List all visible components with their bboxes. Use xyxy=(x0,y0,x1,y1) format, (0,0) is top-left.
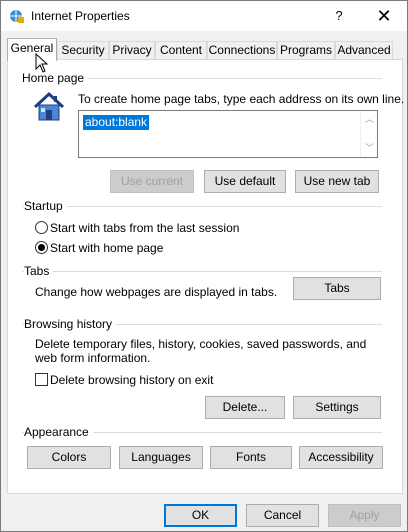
tab-content[interactable]: Content xyxy=(155,41,207,60)
home-icon xyxy=(33,91,65,121)
mouse-cursor-icon xyxy=(35,53,49,73)
fonts-button[interactable]: Fonts xyxy=(210,446,292,469)
scroll-up-icon[interactable]: ︿ xyxy=(361,111,378,128)
window-title: Internet Properties xyxy=(31,9,130,23)
use-new-tab-button[interactable]: Use new tab xyxy=(295,170,379,193)
languages-button[interactable]: Languages xyxy=(119,446,203,469)
tab-security[interactable]: Security xyxy=(57,41,109,60)
startup-home-page-label[interactable]: Start with home page xyxy=(50,241,163,255)
address-scrollbar[interactable]: ︿ ﹀ xyxy=(360,111,377,157)
tabs-heading: Tabs xyxy=(24,264,54,278)
browsing-history-description: Delete temporary files, history, cookies… xyxy=(35,337,367,365)
startup-home-page-radio[interactable] xyxy=(35,241,48,254)
internet-properties-window: Internet Properties ? ✕ General Security… xyxy=(0,0,408,532)
startup-heading: Startup xyxy=(24,199,67,213)
home-page-address-box[interactable]: about:blank ︿ ﹀ xyxy=(78,110,378,158)
close-button[interactable]: ✕ xyxy=(361,1,407,31)
home-page-heading: Home page xyxy=(22,71,89,85)
browsing-history-heading: Browsing history xyxy=(24,317,117,331)
tab-programs[interactable]: Programs xyxy=(277,41,335,60)
startup-divider xyxy=(22,206,382,207)
delete-on-exit-label[interactable]: Delete browsing history on exit xyxy=(50,373,213,387)
tab-advanced[interactable]: Advanced xyxy=(335,41,393,60)
startup-last-session-radio[interactable] xyxy=(35,221,48,234)
appearance-heading: Appearance xyxy=(24,425,93,439)
home-page-instructions: To create home page tabs, type each addr… xyxy=(78,92,405,106)
use-default-button[interactable]: Use default xyxy=(204,170,286,193)
title-bar: Internet Properties ? ✕ xyxy=(1,1,407,31)
tabs-settings-button[interactable]: Tabs xyxy=(293,277,381,300)
delete-history-button[interactable]: Delete... xyxy=(205,396,285,419)
accessibility-button[interactable]: Accessibility xyxy=(299,446,383,469)
delete-on-exit-checkbox[interactable] xyxy=(35,373,48,386)
use-current-button[interactable]: Use current xyxy=(110,170,194,193)
ok-button[interactable]: OK xyxy=(164,504,237,527)
tab-strip: General Security Privacy Content Connect… xyxy=(7,38,403,61)
tab-general[interactable]: General xyxy=(7,38,57,61)
history-settings-button[interactable]: Settings xyxy=(293,396,381,419)
help-button[interactable]: ? xyxy=(316,1,362,31)
general-tab-panel: Home page To create home page tabs, type… xyxy=(7,59,405,494)
scroll-down-icon[interactable]: ﹀ xyxy=(361,140,378,157)
apply-button[interactable]: Apply xyxy=(328,504,401,527)
tabs-description: Change how webpages are displayed in tab… xyxy=(35,285,278,299)
home-page-address-value: about:blank xyxy=(83,115,150,130)
colors-button[interactable]: Colors xyxy=(27,446,111,469)
tab-privacy[interactable]: Privacy xyxy=(109,41,155,60)
startup-last-session-label[interactable]: Start with tabs from the last session xyxy=(50,221,239,235)
tabs-divider xyxy=(22,271,382,272)
cancel-button[interactable]: Cancel xyxy=(246,504,319,527)
tab-connections[interactable]: Connections xyxy=(207,41,277,60)
internet-options-icon xyxy=(10,10,24,23)
